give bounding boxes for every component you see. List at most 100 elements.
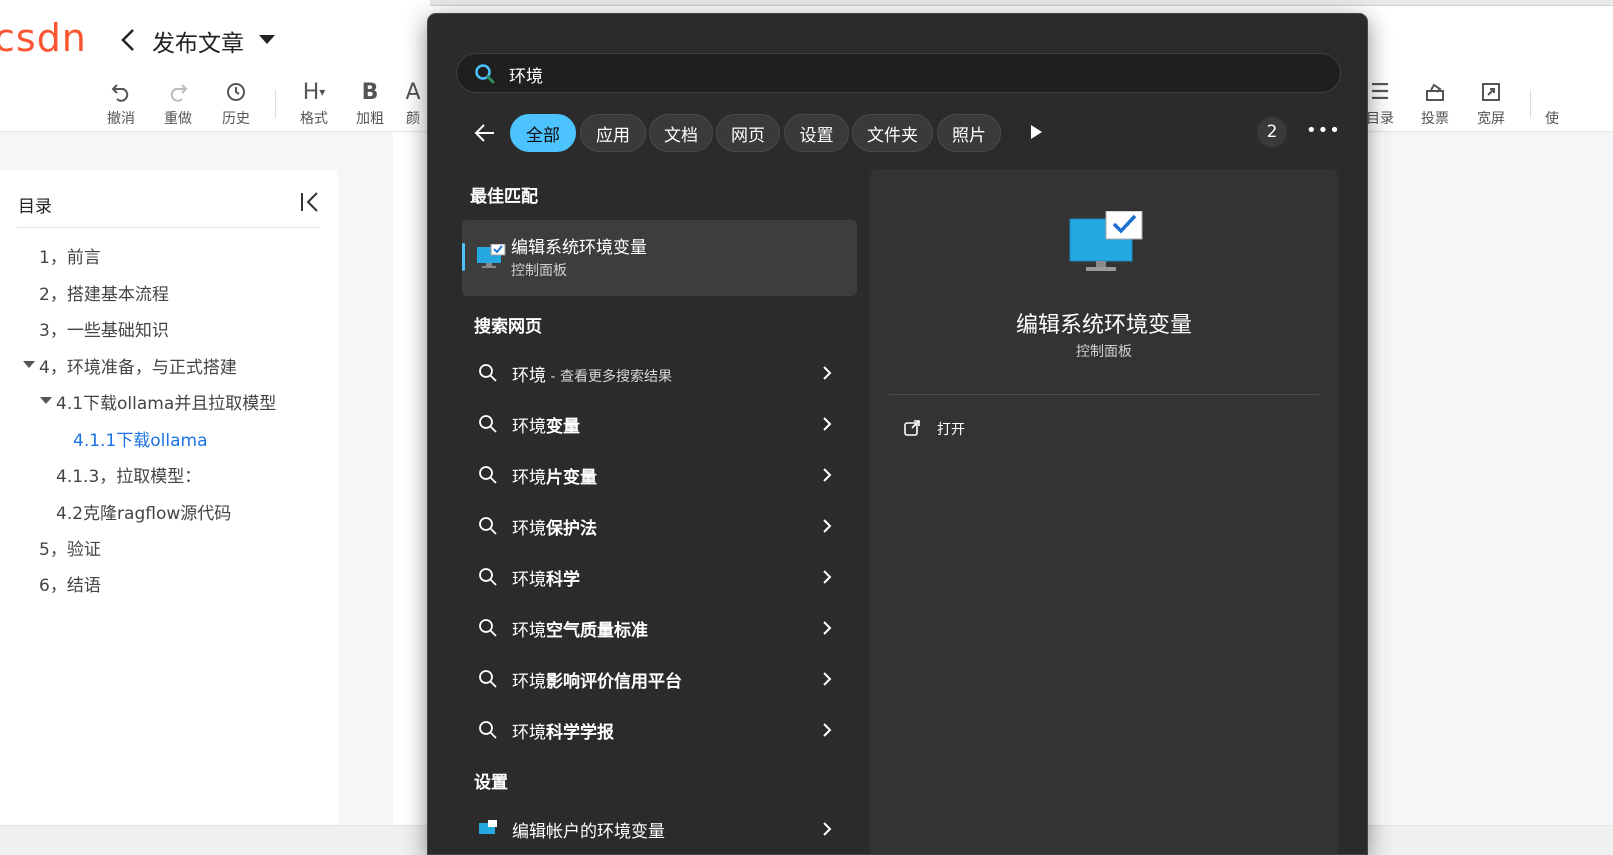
color-button[interactable]: A 颜 — [398, 78, 428, 128]
filter-all[interactable]: 全部 — [510, 114, 576, 152]
editor-gutter — [1384, 133, 1613, 855]
open-action[interactable]: 打开 — [937, 419, 965, 439]
toc-item-active[interactable]: 4.1.1下载ollama — [73, 426, 208, 451]
chevron-right-icon — [823, 417, 832, 431]
toc-item[interactable]: 4，环境准备，与正式搭建 — [39, 353, 237, 378]
web-result-row[interactable]: 环境保护法 — [462, 504, 857, 548]
filter-apps[interactable]: 应用 — [580, 114, 646, 152]
toc-item[interactable]: 2，搭建基本流程 — [39, 280, 169, 305]
toc-panel: 目录 1，前言 2，搭建基本流程 3，一些基础知识 4，环境准备，与正式搭建 4… — [0, 170, 338, 825]
toc-item[interactable]: 4.2克隆ragflow源代码 — [56, 499, 231, 524]
heading-icon: H ▾ — [302, 79, 326, 105]
redo-button[interactable]: 重做 — [153, 78, 203, 128]
title-dropdown-icon[interactable] — [259, 35, 275, 44]
undo-icon — [96, 78, 146, 106]
chevron-right-icon — [823, 672, 832, 686]
search-icon — [479, 466, 497, 484]
bold-button[interactable]: B 加粗 — [345, 78, 395, 128]
widescreen-icon — [1466, 78, 1516, 106]
widescreen-button[interactable]: 宽屏 — [1466, 78, 1516, 128]
web-result-text: 环境片变量 — [512, 468, 597, 488]
web-result-text: 环境变量 — [512, 417, 580, 437]
back-chevron-icon[interactable] — [118, 26, 138, 54]
browser-edge — [430, 0, 1613, 6]
chevron-right-icon — [823, 621, 832, 635]
system-properties-icon — [1069, 211, 1143, 271]
filter-bar: 全部 应用 文档 网页 设置 文件夹 照片 2 ••• — [428, 112, 1367, 154]
web-result-text: 环境科学学报 — [512, 723, 614, 743]
best-match-title: 编辑系统环境变量 — [511, 238, 647, 258]
back-arrow-icon[interactable] — [472, 121, 498, 145]
preview-divider — [889, 394, 1319, 395]
collapse-icon[interactable] — [298, 190, 322, 214]
chevron-right-icon — [823, 822, 832, 836]
redo-icon — [153, 78, 203, 106]
search-icon — [479, 619, 497, 637]
web-result-text: 环境空气质量标准 — [512, 621, 648, 641]
best-match-subtitle: 控制面板 — [511, 263, 567, 279]
search-icon — [479, 364, 497, 382]
filter-web[interactable]: 网页 — [716, 114, 780, 152]
open-external-icon[interactable] — [903, 419, 921, 437]
color-icon: A — [405, 79, 421, 105]
toc-item[interactable]: 5，验证 — [39, 535, 101, 560]
play-icon[interactable] — [1028, 123, 1044, 141]
search-flyout: 环境 全部 应用 文档 网页 设置 文件夹 照片 2 ••• 最佳匹配 编辑系统… — [427, 13, 1368, 855]
web-result-row[interactable]: 环境变量 — [462, 402, 857, 446]
best-match-item[interactable]: 编辑系统环境变量 控制面板 — [462, 220, 857, 296]
settings-heading: 设置 — [474, 773, 508, 793]
toolbar-divider — [275, 90, 276, 118]
toc-item[interactable]: 4.1.3，拉取模型： — [56, 462, 201, 487]
toc-item[interactable]: 3，一些基础知识 — [39, 316, 169, 341]
expand-caret-icon[interactable] — [23, 361, 35, 368]
chevron-right-icon — [823, 366, 832, 380]
filter-settings[interactable]: 设置 — [784, 114, 849, 152]
chevron-right-icon — [823, 468, 832, 482]
toolbar-divider — [1530, 90, 1531, 118]
search-icon — [479, 721, 497, 739]
toc-item[interactable]: 6，结语 — [39, 571, 101, 596]
chevron-right-icon — [823, 519, 832, 533]
settings-result-text: 编辑帐户的环境变量 — [512, 822, 665, 842]
format-button[interactable]: H ▾ 格式 — [289, 78, 339, 128]
more-tool-button[interactable]: 使 — [1545, 78, 1613, 128]
vote-button[interactable]: 投票 — [1410, 78, 1460, 128]
web-result-row[interactable]: 环境科学学报 — [462, 708, 857, 752]
vote-icon — [1410, 78, 1460, 106]
rewards-badge[interactable]: 2 — [1257, 117, 1287, 147]
system-properties-icon — [477, 244, 506, 268]
web-result-text: 环境科学 — [512, 570, 580, 590]
bold-icon: B — [361, 79, 379, 105]
web-result-row[interactable]: 环境空气质量标准 — [462, 606, 857, 650]
more-options-icon[interactable]: ••• — [1306, 120, 1340, 144]
toc-heading: 目录 — [18, 197, 52, 217]
preview-subtitle: 控制面板 — [1076, 344, 1132, 360]
preview-pane: 编辑系统环境变量 控制面板 打开 — [870, 169, 1338, 854]
search-icon — [479, 568, 497, 586]
web-result-row[interactable]: 环境影响评价信用平台 — [462, 657, 857, 701]
history-button[interactable]: 历史 — [211, 78, 261, 128]
search-input[interactable]: 环境 — [456, 53, 1341, 93]
filter-folders[interactable]: 文件夹 — [852, 114, 933, 152]
selection-indicator — [462, 243, 465, 271]
search-icon — [479, 670, 497, 688]
toc-item[interactable]: 1，前言 — [39, 243, 101, 268]
filter-documents[interactable]: 文档 — [649, 114, 713, 152]
toc-item[interactable]: 4.1下载ollama并且拉取模型 — [56, 389, 276, 414]
system-properties-icon — [479, 820, 497, 834]
settings-result-row[interactable]: 编辑帐户的环境变量 — [462, 807, 857, 851]
chevron-right-icon — [823, 723, 832, 737]
web-result-row[interactable]: 环境片变量 — [462, 453, 857, 497]
web-result-row[interactable]: 环境 - 查看更多搜索结果 — [462, 351, 857, 395]
search-icon — [475, 64, 495, 84]
expand-caret-icon[interactable] — [40, 397, 52, 404]
page-title[interactable]: 发布文章 — [152, 24, 244, 58]
search-query[interactable]: 环境 — [509, 62, 543, 87]
web-result-row[interactable]: 环境科学 — [462, 555, 857, 599]
toc-divider — [17, 227, 320, 228]
search-icon — [479, 415, 497, 433]
filter-photos[interactable]: 照片 — [937, 114, 1001, 152]
csdn-logo[interactable]: csdn — [0, 16, 87, 60]
web-result-text: 环境 - 查看更多搜索结果 — [512, 366, 672, 386]
undo-button[interactable]: 撤消 — [96, 78, 146, 128]
